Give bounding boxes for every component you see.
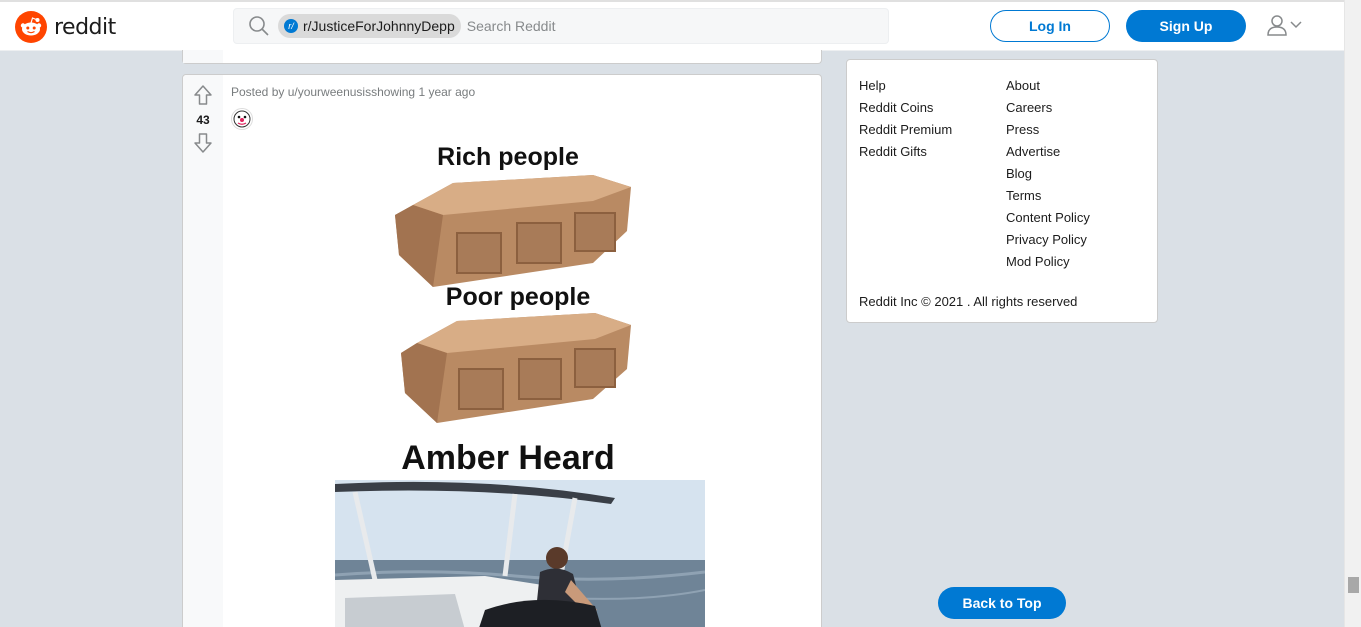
footer-link-privacy-policy[interactable]: Privacy Policy <box>1006 229 1090 251</box>
meme-caption-rich: Rich people <box>437 143 579 171</box>
scrollbar-thumb[interactable] <box>1348 577 1359 593</box>
reddit-wordmark: reddit <box>54 14 116 40</box>
vote-column: 43 <box>183 75 223 627</box>
reddit-home-link[interactable]: reddit <box>15 11 116 43</box>
post-image[interactable]: Rich people Poor people Amber Heard <box>323 135 713 627</box>
footer-link-help[interactable]: Help <box>859 75 952 97</box>
downvote-arrow-icon[interactable] <box>193 132 213 154</box>
footer-link-blog[interactable]: Blog <box>1006 163 1090 185</box>
previous-post-card[interactable] <box>182 50 822 64</box>
subreddit-icon: r/ <box>284 19 298 33</box>
footer-link-press[interactable]: Press <box>1006 119 1090 141</box>
upvote-arrow-icon[interactable] <box>193 84 213 106</box>
copyright-text: Reddit Inc © 2021 . All rights reserved <box>859 294 1078 309</box>
vote-score: 43 <box>196 113 210 127</box>
award-icon[interactable] <box>231 108 253 130</box>
sign-up-button[interactable]: Sign Up <box>1126 10 1246 42</box>
search-input[interactable] <box>466 18 847 34</box>
footer-link-content-policy[interactable]: Content Policy <box>1006 207 1090 229</box>
top-navigation-bar: reddit r/ r/JusticeForJohnnyDepp Log In … <box>0 0 1344 51</box>
post-card[interactable]: 43 Posted by u/yourweenusisshowing 1 yea… <box>182 74 822 627</box>
previous-post-vote-strip <box>183 50 223 63</box>
community-filter-chip[interactable]: r/ r/JusticeForJohnnyDepp <box>278 14 461 38</box>
coffin-image-rich <box>395 175 631 287</box>
user-icon <box>1267 15 1287 36</box>
page-scrollbar[interactable] <box>1344 0 1361 627</box>
post-meta-line: Posted by u/yourweenusisshowing 1 year a… <box>231 85 476 99</box>
log-in-button[interactable]: Log In <box>990 10 1110 42</box>
footer-links-column-left: Help Reddit Coins Reddit Premium Reddit … <box>859 75 952 163</box>
boat-photo <box>335 480 705 627</box>
footer-link-mod-policy[interactable]: Mod Policy <box>1006 251 1090 273</box>
footer-link-careers[interactable]: Careers <box>1006 97 1090 119</box>
search-icon <box>249 16 269 36</box>
footer-link-advertise[interactable]: Advertise <box>1006 141 1090 163</box>
footer-link-about[interactable]: About <box>1006 75 1090 97</box>
community-chip-label: r/JusticeForJohnnyDepp <box>303 18 455 34</box>
chevron-down-icon <box>1290 21 1302 29</box>
footer-link-terms[interactable]: Terms <box>1006 185 1090 207</box>
footer-link-reddit-coins[interactable]: Reddit Coins <box>859 97 952 119</box>
meme-caption-poor: Poor people <box>445 283 591 311</box>
footer-links-column-right: About Careers Press Advertise Blog Terms… <box>1006 75 1090 273</box>
reddit-snoo-icon <box>15 11 47 43</box>
back-to-top-button[interactable]: Back to Top <box>938 587 1066 619</box>
user-dropdown-menu[interactable] <box>1266 14 1302 36</box>
search-bar[interactable]: r/ r/JusticeForJohnnyDepp <box>233 8 889 44</box>
footer-link-reddit-premium[interactable]: Reddit Premium <box>859 119 952 141</box>
coffin-image-poor <box>401 313 631 423</box>
footer-link-reddit-gifts[interactable]: Reddit Gifts <box>859 141 952 163</box>
footer-links-card: Help Reddit Coins Reddit Premium Reddit … <box>846 59 1158 323</box>
meme-caption-amber: Amber Heard <box>401 439 615 477</box>
